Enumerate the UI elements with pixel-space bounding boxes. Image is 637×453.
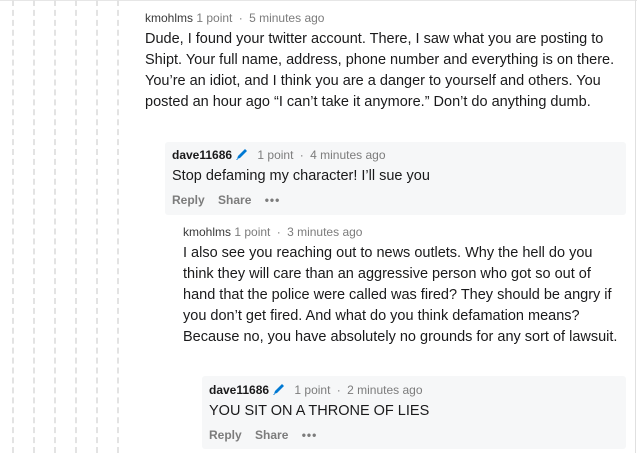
meta-separator: · bbox=[299, 148, 304, 162]
thread-line[interactable] bbox=[96, 0, 98, 453]
comment-meta: kmohlms 1 point · 5 minutes ago bbox=[145, 10, 625, 26]
comment-points: 1 point bbox=[257, 148, 294, 162]
comment-actions: Reply Share ••• bbox=[209, 428, 626, 442]
share-button[interactable]: Share bbox=[218, 193, 251, 207]
comment-meta: dave11686 1 point · 4 minutes ago bbox=[172, 147, 626, 163]
comment-time[interactable]: 2 minutes ago bbox=[347, 383, 422, 397]
meta-separator: · bbox=[276, 225, 281, 239]
more-options-icon[interactable]: ••• bbox=[265, 193, 281, 207]
reply-button[interactable]: Reply bbox=[172, 193, 205, 207]
thread-line[interactable] bbox=[33, 0, 35, 453]
comment-meta: kmohlms 1 point · 3 minutes ago bbox=[183, 224, 625, 240]
comment-author[interactable]: kmohlms bbox=[183, 225, 231, 239]
thread-line[interactable] bbox=[117, 0, 119, 453]
comment: dave11686 1 point · 2 minutes ago YOU SI… bbox=[202, 376, 626, 449]
comment-body: I also see you reaching out to news outl… bbox=[183, 245, 618, 345]
comment-time[interactable]: 5 minutes ago bbox=[249, 11, 324, 25]
comment-author[interactable]: dave11686 bbox=[172, 148, 232, 162]
comment: kmohlms 1 point · 5 minutes ago Dude, I … bbox=[145, 10, 625, 113]
comment-points: 1 point bbox=[234, 225, 271, 239]
thread-line[interactable] bbox=[75, 0, 77, 453]
reply-button[interactable]: Reply bbox=[209, 428, 242, 442]
right-border bbox=[635, 0, 636, 453]
pencil-icon bbox=[236, 149, 248, 160]
comment: dave11686 1 point · 4 minutes ago Stop d… bbox=[165, 142, 626, 215]
share-button[interactable]: Share bbox=[255, 428, 288, 442]
comment-meta: dave11686 1 point · 2 minutes ago bbox=[209, 382, 626, 398]
thread-line[interactable] bbox=[54, 0, 56, 453]
meta-separator: · bbox=[238, 11, 243, 25]
more-options-icon[interactable]: ••• bbox=[302, 428, 318, 442]
comment-actions: Reply Share ••• bbox=[172, 193, 626, 207]
comment-time[interactable]: 4 minutes ago bbox=[310, 148, 385, 162]
comment: kmohlms 1 point · 3 minutes ago I also s… bbox=[183, 224, 625, 348]
comment-time[interactable]: 3 minutes ago bbox=[287, 225, 362, 239]
comment-body: Stop defaming my character! I’ll sue you bbox=[172, 168, 430, 184]
thread-line[interactable] bbox=[12, 0, 14, 453]
comment-body: Dude, I found your twitter account. Ther… bbox=[145, 31, 615, 110]
comment-author[interactable]: kmohlms bbox=[145, 11, 193, 25]
comment-points: 1 point bbox=[196, 11, 233, 25]
comment-body: YOU SIT ON A THRONE OF LIES bbox=[209, 403, 430, 419]
meta-separator: · bbox=[336, 383, 341, 397]
pencil-icon bbox=[273, 384, 285, 395]
comment-points: 1 point bbox=[294, 383, 331, 397]
comment-author[interactable]: dave11686 bbox=[209, 383, 269, 397]
